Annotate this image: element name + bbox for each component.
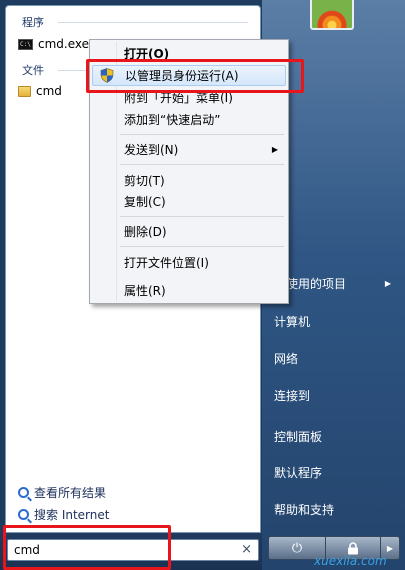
user-avatar[interactable] (310, 0, 354, 30)
menu-separator (120, 164, 284, 165)
highlight-search-box (3, 525, 171, 570)
right-item-computer[interactable]: 计算机 (262, 310, 405, 332)
submenu-arrow-icon: ▶ (271, 145, 278, 154)
menu-item-send-to[interactable]: 发送到(N) ▶ (92, 139, 286, 160)
clear-search-icon[interactable]: × (241, 542, 252, 557)
menu-item-label: 剪切(T) (124, 174, 165, 188)
search-internet-link[interactable]: 搜索 Internet (18, 505, 109, 523)
result-cmd-exe[interactable]: C:\ cmd.exe (18, 34, 89, 54)
right-item-label: 网络 (274, 351, 299, 366)
menu-item-label: 打开文件位置(I) (124, 256, 209, 270)
programs-header: 程序 (22, 16, 44, 29)
menu-item-properties[interactable]: 属性(R) (92, 280, 286, 301)
lock-icon (348, 541, 358, 554)
search-icon (18, 508, 29, 520)
right-item-label: 计算机 (274, 314, 311, 329)
result-label: cmd.exe (38, 37, 90, 51)
programs-divider (58, 22, 248, 23)
menu-item-label: 添加到“快速启动” (124, 113, 221, 127)
right-item-connect[interactable]: 连接到 (262, 384, 405, 406)
menu-separator (120, 134, 284, 135)
result-cmd-folder[interactable]: cmd (18, 81, 62, 101)
right-item-control-panel[interactable]: 控制面板 (262, 425, 405, 447)
highlight-run-as-admin (86, 59, 304, 93)
arrow-right-icon: ▶ (386, 543, 394, 553)
see-all-results-label: 查看所有结果 (34, 485, 107, 500)
folder-icon (18, 85, 31, 97)
search-icon (18, 486, 29, 498)
power-icon: ⏻ (291, 540, 303, 556)
menu-item-cut[interactable]: 剪切(T) (92, 170, 286, 191)
start-menu: 程序 C:\ cmd.exe 文件 cmd 查看所有结果 搜索 Internet… (0, 0, 405, 570)
menu-item-label: 复制(C) (124, 195, 166, 209)
cmd-icon: C:\ (18, 38, 33, 50)
search-internet-label: 搜索 Internet (34, 507, 110, 522)
right-item-label: 帮助和支持 (274, 502, 335, 517)
menu-item-label: 属性(R) (124, 284, 166, 298)
menu-separator (120, 216, 284, 217)
menu-item-label: 删除(D) (124, 225, 167, 239)
watermark: xuexila.com (314, 554, 387, 568)
see-all-results-link[interactable]: 查看所有结果 (18, 483, 106, 501)
menu-separator (120, 246, 284, 247)
right-item-help[interactable]: 帮助和支持 (262, 498, 405, 520)
right-item-network[interactable]: 网络 (262, 347, 405, 369)
right-item-label: 连接到 (274, 388, 311, 403)
files-header: 文件 (22, 64, 44, 77)
menu-item-copy[interactable]: 复制(C) (92, 191, 286, 212)
right-item-label: 控制面板 (274, 429, 323, 444)
submenu-arrow-icon: ▶ (384, 278, 391, 288)
menu-item-quick-launch[interactable]: 添加到“快速启动” (92, 109, 286, 130)
menu-item-delete[interactable]: 删除(D) (92, 221, 286, 242)
result-label: cmd (36, 84, 62, 98)
menu-item-open-location[interactable]: 打开文件位置(I) (92, 252, 286, 273)
menu-item-label: 发送到(N) (124, 143, 179, 157)
right-item-label: 默认程序 (274, 465, 323, 480)
right-item-default-programs[interactable]: 默认程序 (262, 461, 405, 483)
